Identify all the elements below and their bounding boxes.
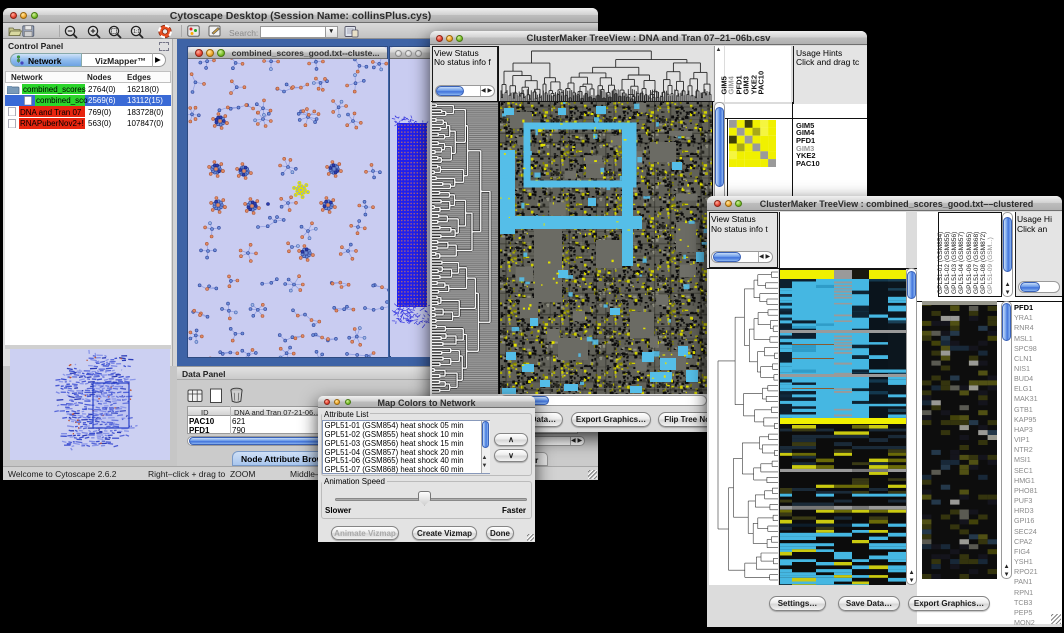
svg-text:1:1: 1:1 bbox=[133, 29, 140, 35]
